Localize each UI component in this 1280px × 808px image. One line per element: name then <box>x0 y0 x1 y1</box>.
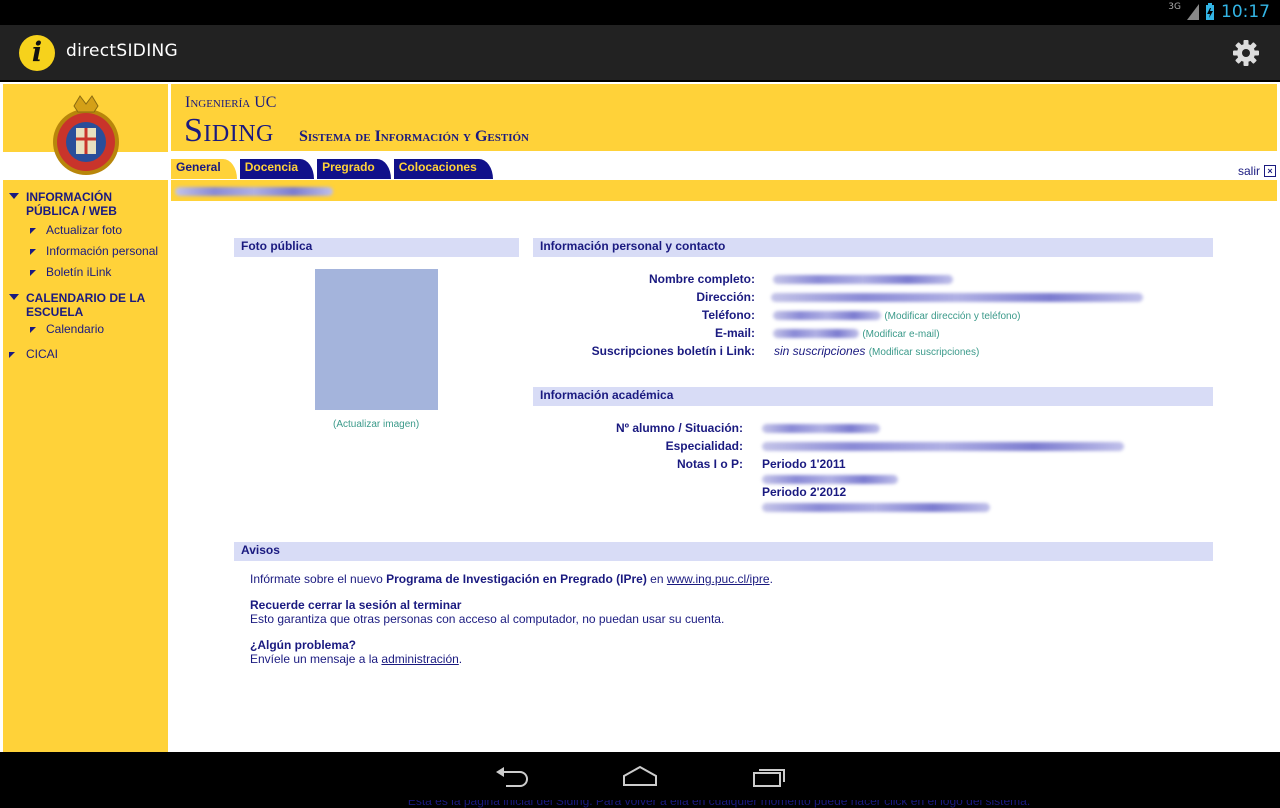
sidebar-item-label: Información personal <box>46 244 159 258</box>
sidebar-section-label: CALENDARIO DE LA ESCUELA <box>26 291 145 319</box>
sidebar-item-label: Actualizar foto <box>46 223 123 237</box>
ipre-notice: Infórmate sobre el nuevo Programa de Inv… <box>250 572 773 586</box>
tab-colocaciones[interactable]: Colocaciones <box>393 159 493 179</box>
redacted-phone <box>773 311 881 321</box>
redacted-specialty <box>762 442 1124 452</box>
main-content: Foto pública (Actualizar imagen) Informa… <box>171 202 1277 808</box>
redacted-username <box>175 186 333 196</box>
redacted-address <box>771 293 1143 303</box>
system-status-bar: 3G 10:17 <box>0 0 1280 25</box>
redacted-name <box>773 275 953 285</box>
session-notice: Recuerde cerrar la sesión al terminar Est… <box>250 598 773 626</box>
main-tabs: General Docencia Pregrado Colocaciones <box>171 159 493 179</box>
field-label-suscripciones: Suscripciones boletín i Link: <box>591 344 755 358</box>
redacted-email <box>773 329 859 339</box>
user-band <box>171 180 1277 201</box>
home-icon[interactable] <box>622 764 658 788</box>
academic-section-header: Información académica <box>533 387 1213 406</box>
sidebar-item-label: CICAI <box>26 347 59 361</box>
redacted-student-number <box>762 424 880 434</box>
avisos-header: Avisos <box>234 542 1213 561</box>
modify-email-link[interactable]: (Modificar e-mail) <box>862 329 939 340</box>
photo-section-header: Foto pública <box>234 238 519 257</box>
sidebar-item-label: Calendario <box>46 322 105 336</box>
tab-general[interactable]: General <box>171 159 237 179</box>
system-subtitle: Sistema de Información y Gestión <box>299 128 529 145</box>
ipre-text: Infórmate sobre el nuevo <box>250 572 387 586</box>
modify-address-link[interactable]: (Modificar dirección y teléfono) <box>884 311 1020 322</box>
field-label-alumno: Nº alumno / Situación: <box>615 421 743 435</box>
back-icon[interactable] <box>494 764 530 788</box>
expanded-triangle-icon <box>9 193 19 199</box>
webview: INFORMACIÓN PÚBLICA / WEB Actualizar fot… <box>0 82 1280 808</box>
expanded-triangle-icon <box>9 294 19 300</box>
settings-gear-icon[interactable] <box>1232 39 1260 67</box>
sidebar-section-label: INFORMACIÓN PÚBLICA / WEB <box>26 190 117 218</box>
personal-section-header: Información personal y contacto <box>533 238 1213 257</box>
arrow-icon <box>30 327 36 333</box>
tab-pregrado[interactable]: Pregrado <box>317 159 391 179</box>
site-header[interactable]: Ingeniería UC Siding Sistema de Informac… <box>171 84 1277 151</box>
org-name: Ingeniería UC <box>185 94 277 111</box>
problem-text-end: . <box>458 652 463 666</box>
field-label-email: E-mail: <box>714 326 755 340</box>
field-label-telefono: Teléfono: <box>701 308 755 322</box>
personal-fields: Nombre completo: Dirección: Teléfono: E-… <box>533 270 1213 360</box>
app-title: directSIDING <box>66 41 178 61</box>
system-nav-bar <box>0 752 1280 800</box>
session-text: Esto garantiza que otras personas con ac… <box>250 612 725 626</box>
field-label-nombre: Nombre completo: <box>648 272 755 286</box>
clock: 10:17 <box>1221 2 1270 22</box>
arrow-icon <box>30 249 36 255</box>
session-title: Recuerde cerrar la sesión al terminar <box>250 598 462 612</box>
modify-subscriptions-link[interactable]: (Modificar suscripciones) <box>869 347 980 358</box>
field-label-notas: Notas I o P: <box>676 457 743 471</box>
sidebar-section-calendario[interactable]: CALENDARIO DE LA ESCUELA <box>3 291 168 319</box>
sidebar-item-informacion-personal[interactable]: Información personal <box>3 241 168 262</box>
profile-photo <box>315 269 438 410</box>
sidebar-section-informacion-publica[interactable]: INFORMACIÓN PÚBLICA / WEB <box>3 190 168 218</box>
logout-link[interactable]: salir × <box>1238 164 1276 178</box>
system-logo[interactable]: Siding <box>184 112 274 150</box>
sidebar-item-cicai[interactable]: CICAI <box>3 344 168 365</box>
recent-apps-icon[interactable] <box>751 764 787 788</box>
battery-charging-icon <box>1206 3 1214 20</box>
tab-docencia[interactable]: Docencia <box>239 159 315 179</box>
arrow-icon <box>30 228 36 234</box>
problem-notice: ¿Algún problema? Envíele un mensaje a la … <box>250 638 773 666</box>
sidebar-item-calendario[interactable]: Calendario <box>3 319 168 340</box>
ipre-link[interactable]: www.ing.puc.cl/ipre <box>667 572 770 586</box>
ipre-text-end: . <box>769 572 773 586</box>
problem-text: Envíele un mensaje a la <box>250 652 382 666</box>
sidebar-item-boletin-ilink[interactable]: Boletín iLink <box>3 262 168 283</box>
academic-fields: Nº alumno / Situación: Especialidad: Not… <box>533 419 1213 519</box>
signal-strength-icon <box>1187 4 1199 20</box>
avisos-content: Infórmate sobre el nuevo Programa de Inv… <box>250 572 773 678</box>
admin-link[interactable]: administración <box>381 652 458 666</box>
ipre-program: Programa de Investigación en Pregrado (I… <box>386 572 647 586</box>
close-icon[interactable]: × <box>1264 165 1276 177</box>
problem-title: ¿Algún problema? <box>250 638 356 652</box>
redacted-course-2 <box>762 503 990 513</box>
sidebar-item-actualizar-foto[interactable]: Actualizar foto <box>3 220 168 241</box>
field-label-especialidad: Especialidad: <box>665 439 743 453</box>
update-image-link[interactable]: (Actualizar imagen) <box>333 419 419 430</box>
app-action-bar: i directSIDING <box>0 25 1280 80</box>
university-crest-icon[interactable] <box>50 92 122 180</box>
field-label-direccion: Dirección: <box>696 290 755 304</box>
arrow-icon <box>30 270 36 276</box>
app-logo-icon[interactable]: i <box>19 35 55 71</box>
sidebar-nav: INFORMACIÓN PÚBLICA / WEB Actualizar fot… <box>3 182 168 365</box>
ipre-text-mid: en <box>646 572 667 586</box>
subscriptions-value: sin suscripciones <box>774 344 866 358</box>
sidebar: INFORMACIÓN PÚBLICA / WEB Actualizar fot… <box>3 84 168 752</box>
arrow-icon <box>9 352 15 358</box>
signal-icon: 3G <box>1168 2 1181 12</box>
logout-label: salir <box>1237 164 1260 178</box>
sidebar-item-label: Boletín iLink <box>46 265 112 279</box>
